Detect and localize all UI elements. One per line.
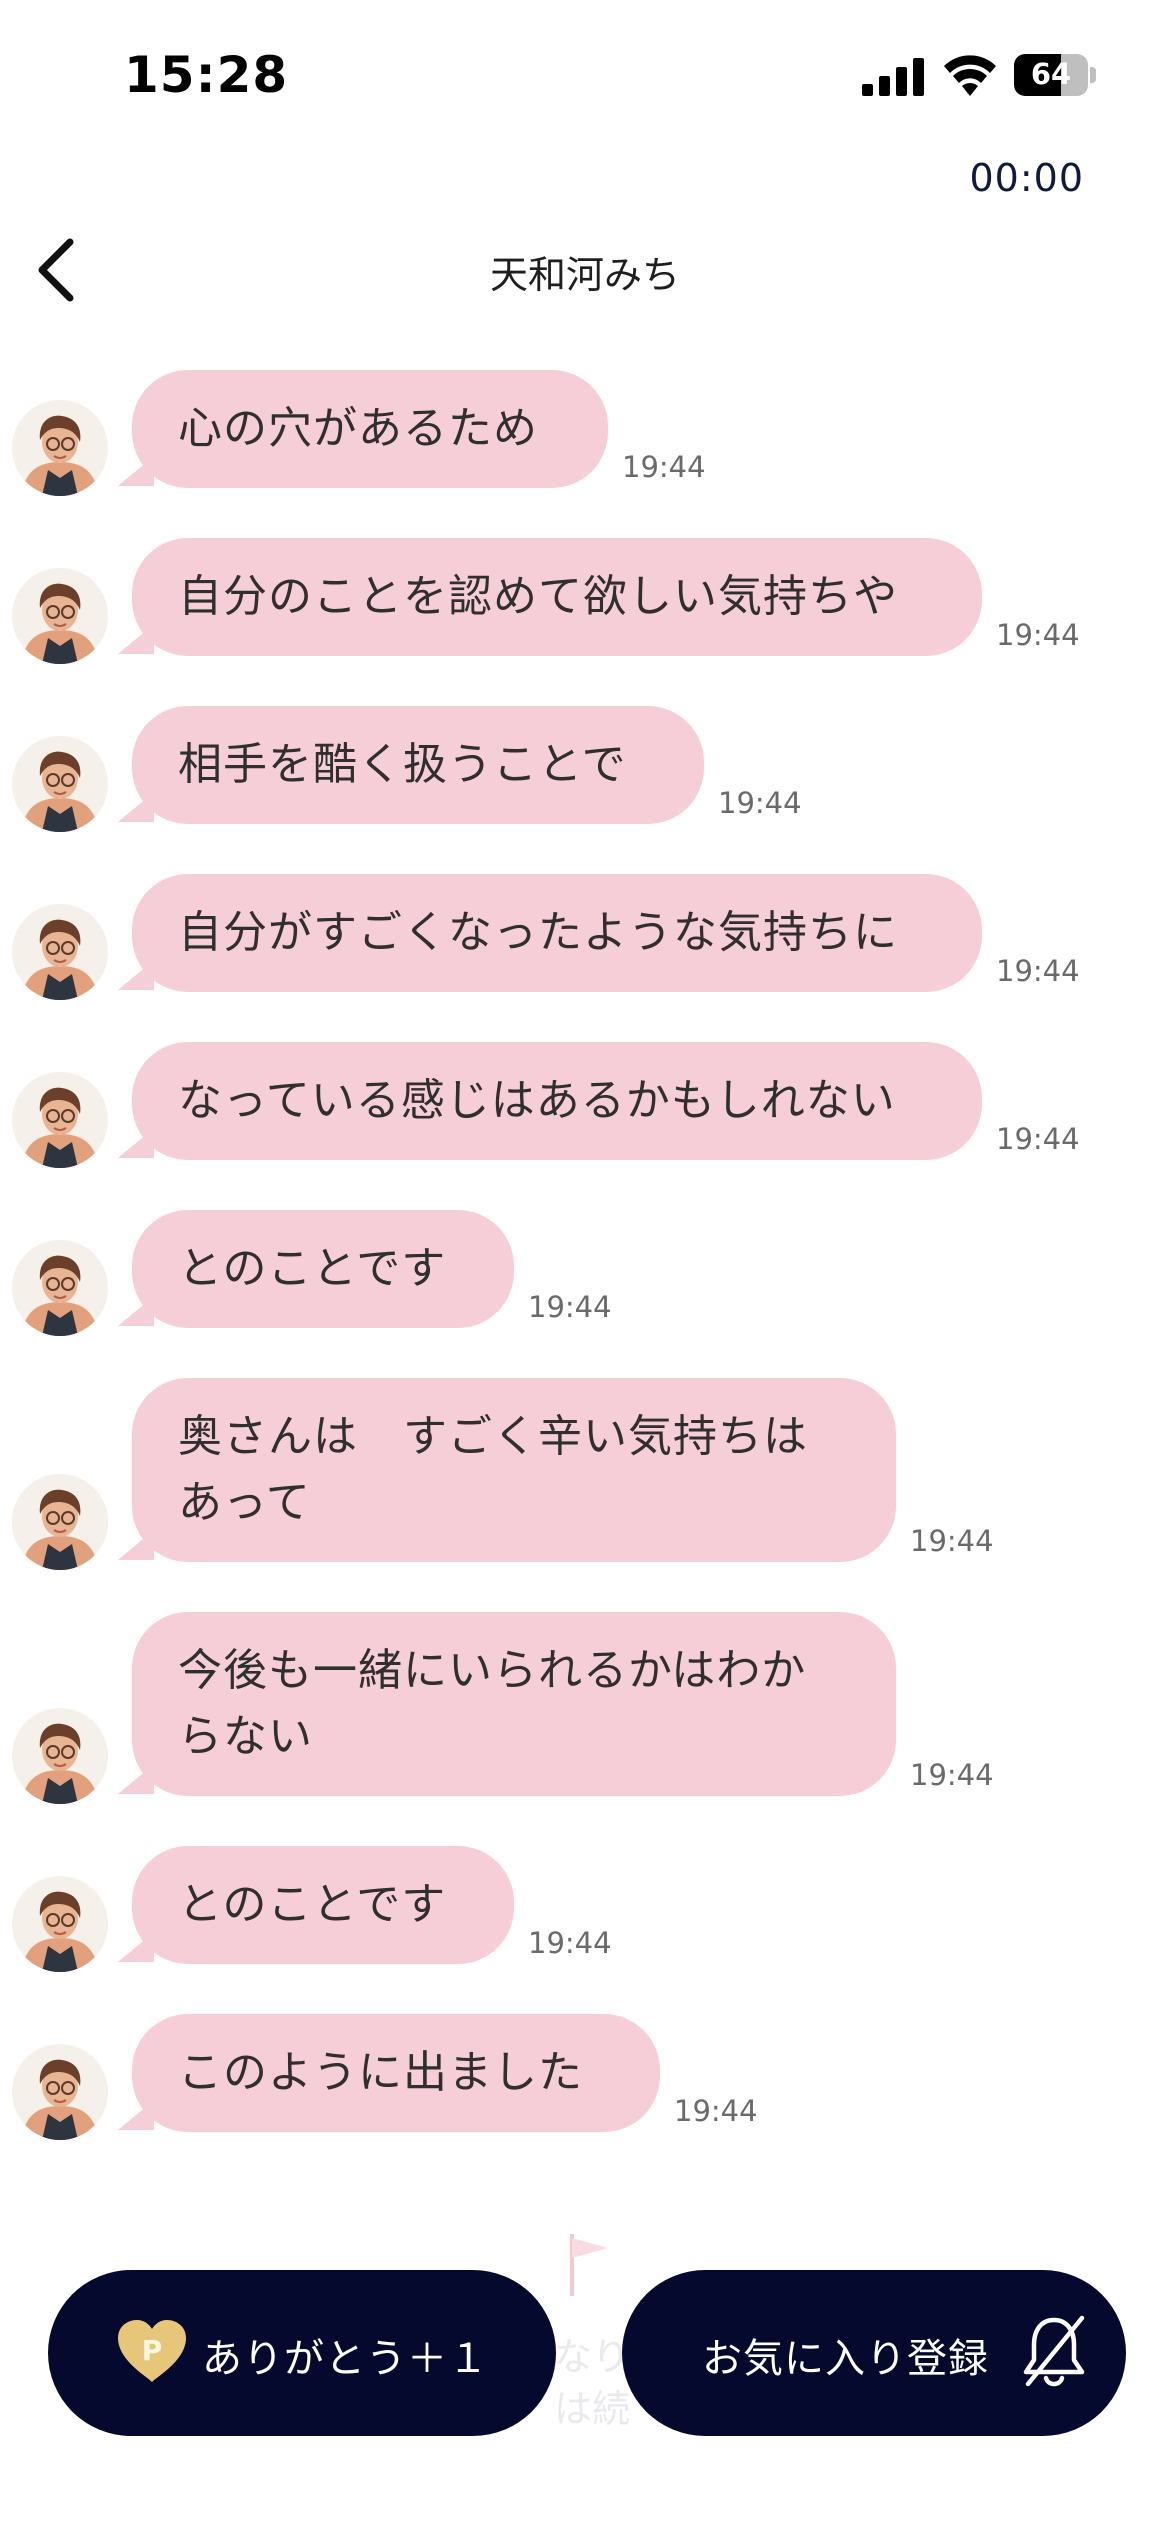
message-bubble: 自分がすごくなったような気持ちに bbox=[132, 874, 982, 992]
message-bubble: とのことです bbox=[132, 1210, 514, 1328]
message-time: 19:44 bbox=[910, 1524, 994, 1558]
heart-points-icon: P bbox=[118, 2320, 186, 2382]
sender-avatar[interactable] bbox=[12, 1708, 108, 1804]
message-row: 相手を酷く扱うことで 19:44 bbox=[0, 706, 1170, 832]
battery-icon: 64 bbox=[1014, 54, 1096, 96]
sender-avatar[interactable] bbox=[12, 568, 108, 664]
message-row: とのことです 19:44 bbox=[0, 1210, 1170, 1336]
flag-icon bbox=[570, 2234, 608, 2296]
message-time: 19:44 bbox=[996, 1122, 1080, 1156]
message-bubble: 自分のことを認めて欲しい気持ちや bbox=[132, 538, 982, 656]
message-row: 自分がすごくなったような気持ちに 19:44 bbox=[0, 874, 1170, 1000]
svg-text:P: P bbox=[142, 2334, 163, 2367]
message-row: 自分のことを認めて欲しい気持ちや 19:44 bbox=[0, 538, 1170, 664]
message-time: 19:44 bbox=[528, 1290, 612, 1324]
favorite-button[interactable]: お気に入り登録 bbox=[622, 2270, 1126, 2436]
message-time: 19:44 bbox=[718, 786, 802, 820]
message-time: 19:44 bbox=[996, 618, 1080, 652]
message-row: 今後も一緒にいられるかはわか らない 19:44 bbox=[0, 1612, 1170, 1804]
message-row: このように出ました 19:44 bbox=[0, 2014, 1170, 2140]
message-time: 19:44 bbox=[528, 1926, 612, 1960]
message-bubble: 心の穴があるため bbox=[132, 370, 608, 488]
message-bubble: なっている感じはあるかもしれない bbox=[132, 1042, 982, 1160]
thanks-button[interactable]: P ありがとう＋１ bbox=[48, 2270, 556, 2436]
message-bubble: 今後も一緒にいられるかはわか らない bbox=[132, 1612, 896, 1796]
sender-avatar[interactable] bbox=[12, 736, 108, 832]
ghost-text-2: は続 bbox=[554, 2387, 631, 2431]
wifi-icon bbox=[944, 55, 996, 96]
message-row: 心の穴があるため 19:44 bbox=[0, 370, 1170, 496]
message-bubble: 相手を酷く扱うことで bbox=[132, 706, 704, 824]
cellular-signal-icon bbox=[862, 58, 924, 96]
status-time: 15:28 bbox=[124, 46, 289, 104]
message-time: 19:44 bbox=[996, 954, 1080, 988]
message-bubble: このように出ました bbox=[132, 2014, 660, 2132]
sender-avatar[interactable] bbox=[12, 400, 108, 496]
sender-avatar[interactable] bbox=[12, 2044, 108, 2140]
sender-avatar[interactable] bbox=[12, 1474, 108, 1570]
sender-avatar[interactable] bbox=[12, 1240, 108, 1336]
message-row: 奥さんは すごく辛い気持ちは あって 19:44 bbox=[0, 1378, 1170, 1570]
favorite-button-label: お気に入り登録 bbox=[702, 2336, 989, 2382]
message-time: 19:44 bbox=[910, 1758, 994, 1792]
page-title: 天和河みち bbox=[489, 253, 680, 297]
message-time: 19:44 bbox=[674, 2094, 758, 2128]
bell-off-icon bbox=[1023, 2315, 1085, 2387]
message-row: なっている感じはあるかもしれない 19:44 bbox=[0, 1042, 1170, 1168]
message-bubble: とのことです bbox=[132, 1846, 514, 1964]
thanks-button-label: ありがとう＋１ bbox=[202, 2336, 489, 2382]
sender-avatar[interactable] bbox=[12, 1072, 108, 1168]
sender-avatar[interactable] bbox=[12, 904, 108, 1000]
chat-header: 天和河みち bbox=[0, 220, 1170, 320]
battery-percentage: 64 bbox=[1030, 57, 1072, 91]
ghost-text-1: なり bbox=[554, 2335, 631, 2379]
message-row: とのことです 19:44 bbox=[0, 1846, 1170, 1972]
status-bar: 15:28 64 bbox=[0, 0, 1170, 150]
session-timer: 00:00 bbox=[969, 156, 1084, 200]
sender-avatar[interactable] bbox=[12, 1876, 108, 1972]
message-bubble: 奥さんは すごく辛い気持ちは あって bbox=[132, 1378, 896, 1562]
message-time: 19:44 bbox=[622, 450, 706, 484]
